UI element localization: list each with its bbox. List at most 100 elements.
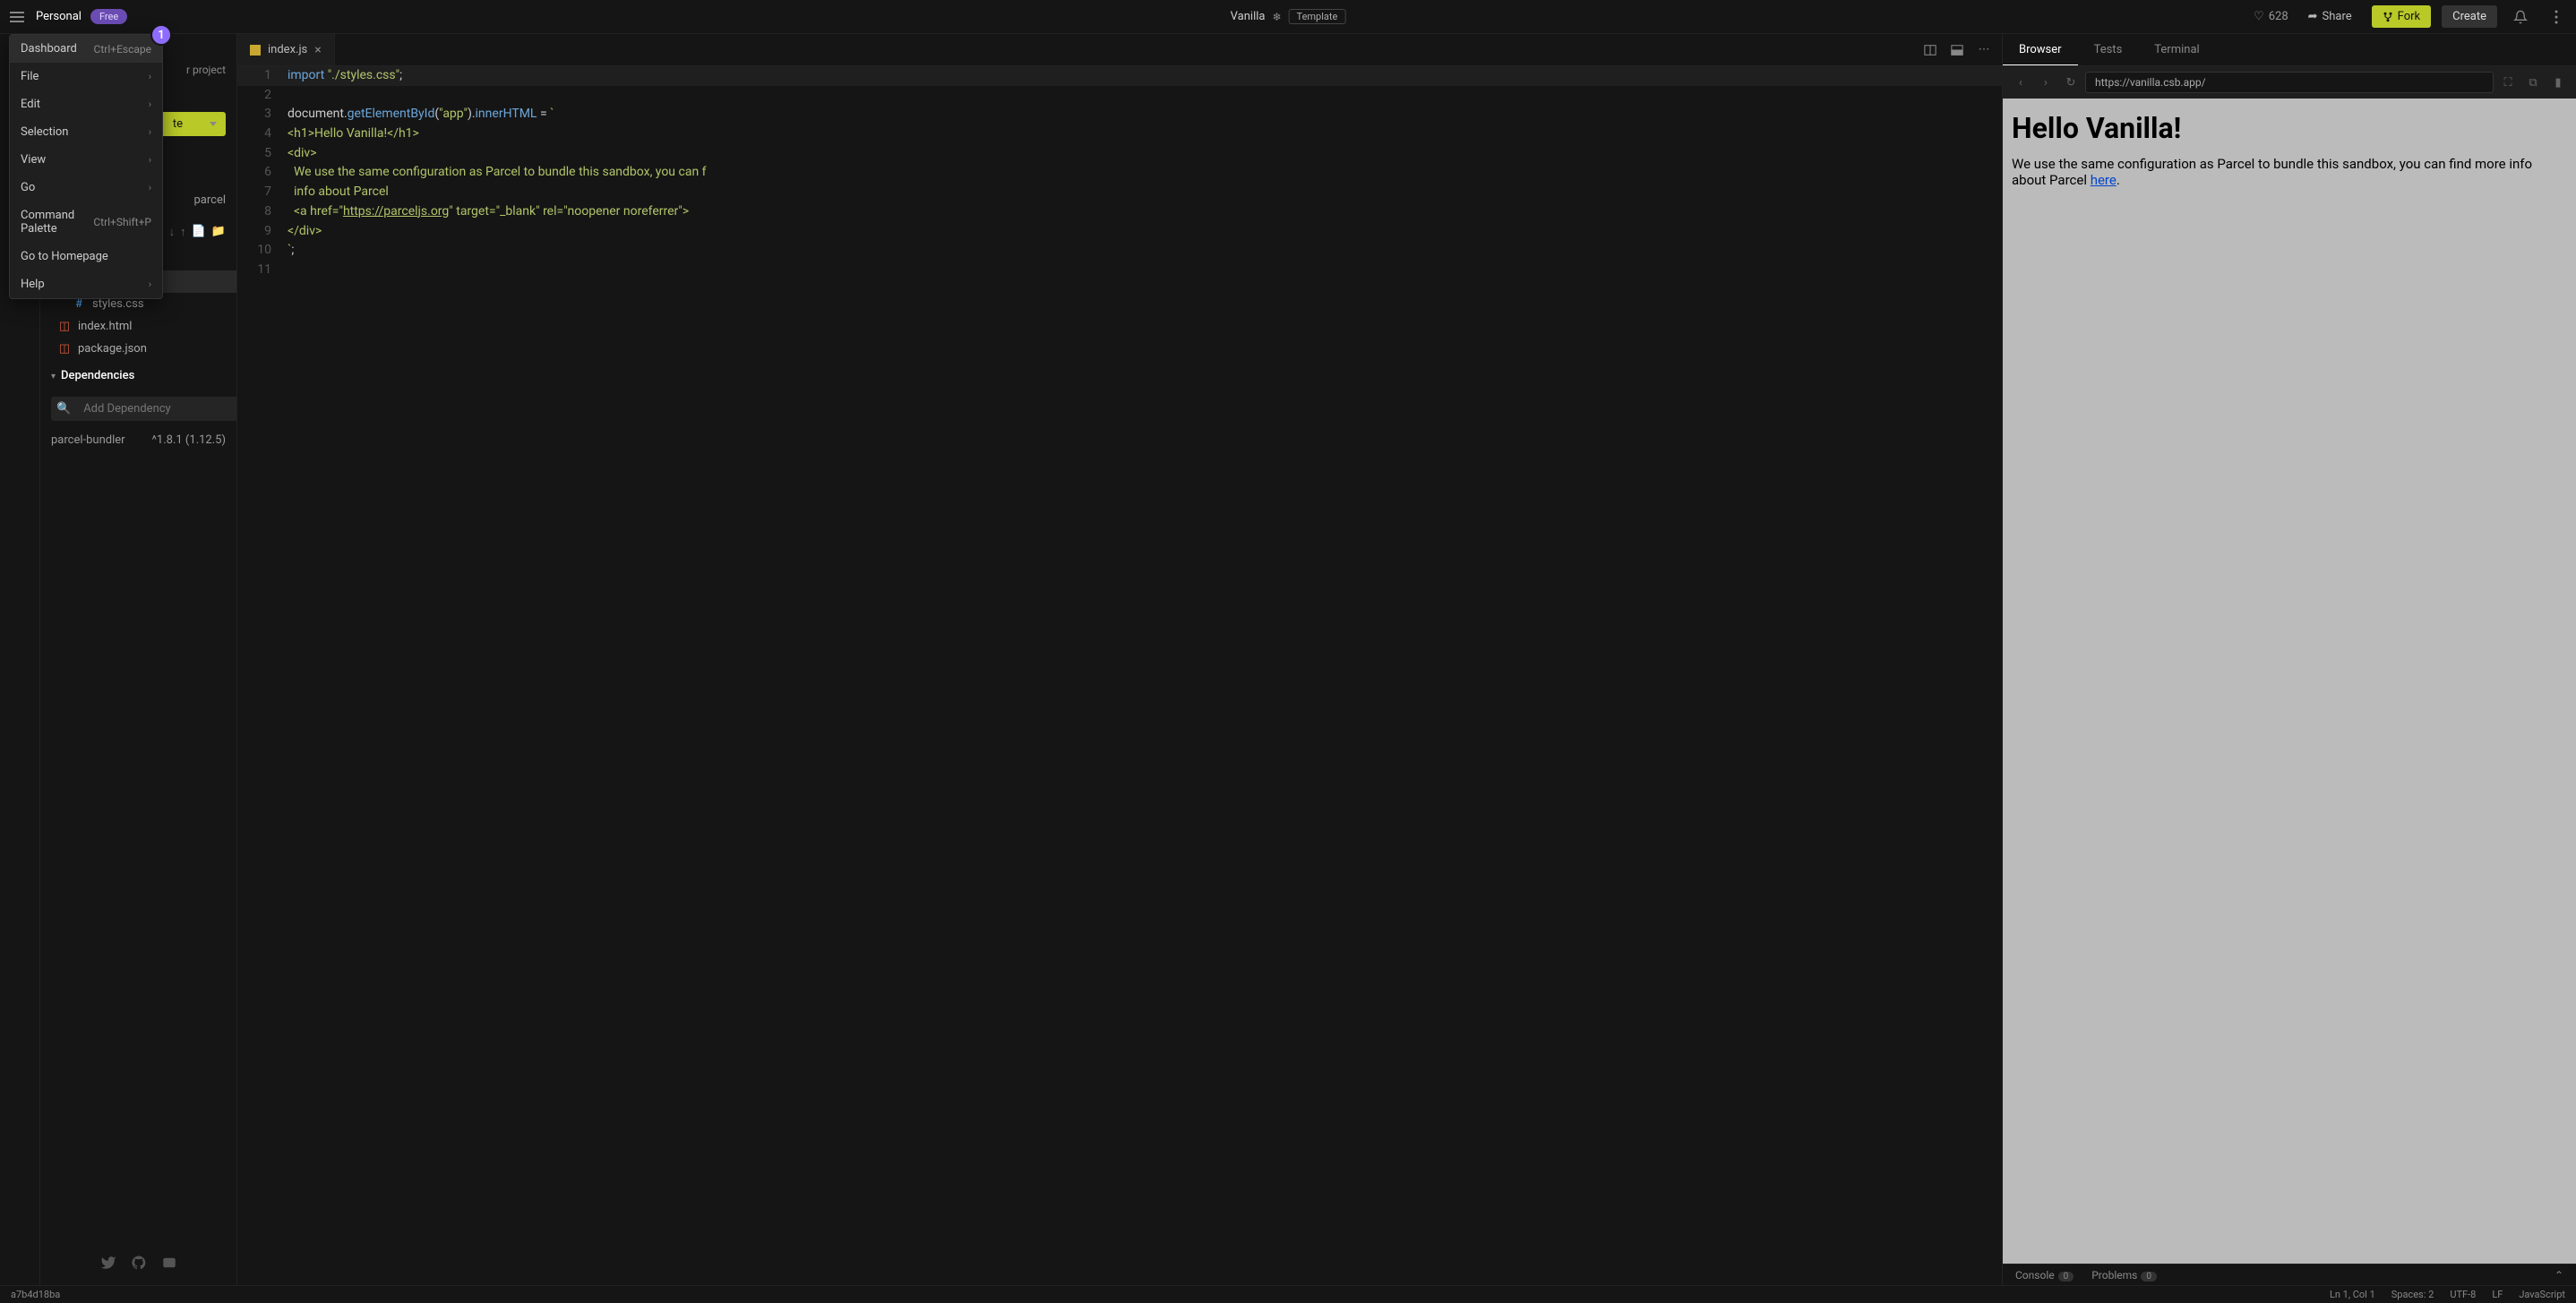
file-package-json[interactable]: ◫package.json xyxy=(40,338,236,360)
code-line[interactable]: 1import "./styles.css"; xyxy=(237,66,2002,86)
hamburger-menu-icon[interactable] xyxy=(7,7,27,27)
chevron-right-icon: › xyxy=(149,99,151,110)
cursor-position[interactable]: Ln 1, Col 1 xyxy=(2330,1289,2375,1300)
console-toggle-icon[interactable]: ⌃ xyxy=(2555,1269,2563,1282)
close-icon[interactable]: × xyxy=(314,43,321,57)
code-line[interactable]: 4<h1>Hello Vanilla!</h1> xyxy=(237,124,2002,144)
editor-tab-actions: ⋯ xyxy=(1918,38,2002,63)
chevron-down-icon xyxy=(210,122,217,126)
notifications-count-badge[interactable]: 1 xyxy=(150,24,172,46)
new-file-icon[interactable]: 📄 xyxy=(192,225,206,239)
chevron-right-icon: › xyxy=(149,126,151,138)
menu-item-selection[interactable]: Selection› xyxy=(10,118,162,146)
fork-button[interactable]: Fork xyxy=(2372,5,2431,28)
code-line[interactable]: 5<div> xyxy=(237,144,2002,164)
language-mode[interactable]: JavaScript xyxy=(2519,1289,2565,1300)
workspace-name[interactable]: Personal xyxy=(36,10,82,23)
menu-item-label: Go to Homepage xyxy=(21,250,108,263)
menu-shortcut: Ctrl+Escape xyxy=(94,43,151,56)
json-file-icon: ◫ xyxy=(58,343,71,356)
tab-terminal[interactable]: Terminal xyxy=(2138,34,2215,65)
reload-icon[interactable]: ↻ xyxy=(2060,76,2082,90)
create-button[interactable]: Create xyxy=(2442,5,2497,28)
encoding[interactable]: UTF-8 xyxy=(2450,1289,2476,1300)
dep-name: parcel-bundler xyxy=(51,433,125,447)
menu-item-view[interactable]: View› xyxy=(10,146,162,174)
open-new-icon[interactable]: ⧉ xyxy=(2522,76,2544,90)
tab-tests[interactable]: Tests xyxy=(2078,34,2139,65)
menu-item-file[interactable]: File› xyxy=(10,63,162,90)
split-bottom-icon[interactable] xyxy=(1945,38,1970,63)
forward-icon[interactable]: › xyxy=(2035,76,2057,90)
top-right: ♡ 628 ➦ Share Fork Create xyxy=(2254,4,2569,30)
line-content: <h1>Hello Vanilla!</h1> xyxy=(288,124,419,144)
file-index-html[interactable]: ◫ index.html xyxy=(40,315,236,338)
css-file-icon: # xyxy=(73,298,85,311)
eol[interactable]: LF xyxy=(2492,1289,2503,1300)
deps-header[interactable]: ▾Dependencies xyxy=(40,360,236,391)
code-area[interactable]: 1import "./styles.css";23document.getEle… xyxy=(237,66,2002,1285)
code-line[interactable]: 3document.getElementById("app").innerHTM… xyxy=(237,105,2002,124)
console-count: 0 xyxy=(2058,1272,2074,1282)
dep-parcel-bundler[interactable]: parcel-bundler ^1.8.1 (1.12.5) xyxy=(40,426,236,454)
chevron-right-icon: › xyxy=(149,279,151,290)
dep-search-input[interactable] xyxy=(76,397,237,421)
expand-icon[interactable]: ⛶ xyxy=(2497,76,2519,90)
social-row xyxy=(40,1240,236,1285)
line-number: 3 xyxy=(237,105,288,124)
share-button[interactable]: ➦ Share xyxy=(2299,6,2361,27)
url-input[interactable] xyxy=(2085,72,2494,93)
menu-item-help[interactable]: Help› xyxy=(10,270,162,298)
editor-tab[interactable]: index.js × xyxy=(237,34,335,65)
menu-shortcut: Ctrl+Shift+P xyxy=(93,216,151,228)
code-line[interactable]: 6 We use the same configuration as Parce… xyxy=(237,163,2002,183)
discord-icon[interactable] xyxy=(161,1255,177,1271)
code-line[interactable]: 7 info about Parcel xyxy=(237,183,2002,202)
github-icon[interactable] xyxy=(131,1255,147,1271)
split-right-icon[interactable] xyxy=(1918,38,1943,63)
dep-search[interactable]: 🔍 xyxy=(51,397,237,421)
menu-item-label: Go xyxy=(21,181,35,194)
menu-item-dashboard[interactable]: DashboardCtrl+Escape xyxy=(10,35,162,63)
html-file-icon: ◫ xyxy=(58,321,71,333)
dep-version: ^1.8.1 (1.12.5) xyxy=(152,433,227,447)
code-line[interactable]: 10`; xyxy=(237,241,2002,261)
menu-item-edit[interactable]: Edit› xyxy=(10,90,162,118)
file-name: index.html xyxy=(78,320,132,333)
twitter-icon[interactable] xyxy=(100,1255,116,1271)
new-folder-icon[interactable]: 📁 xyxy=(211,225,226,239)
more-menu-icon[interactable] xyxy=(2544,4,2569,30)
share-icon: ➦ xyxy=(2308,10,2318,23)
sandbox-title[interactable]: Vanilla xyxy=(1231,10,1266,23)
free-plan-badge: Free xyxy=(90,9,127,24)
preview-link[interactable]: here xyxy=(2091,172,2117,188)
menu-item-go-to-homepage[interactable]: Go to Homepage xyxy=(10,243,162,270)
likes-count[interactable]: ♡ 628 xyxy=(2254,10,2288,23)
upload-icon[interactable]: ↑ xyxy=(180,225,186,239)
problems-tab[interactable]: Problems0 xyxy=(2091,1269,2157,1282)
line-number: 5 xyxy=(237,144,288,164)
code-line[interactable]: 11 xyxy=(237,261,2002,280)
more-icon[interactable]: ⋯ xyxy=(1971,38,1996,63)
chevron-right-icon: › xyxy=(149,182,151,193)
back-icon[interactable]: ‹ xyxy=(2010,76,2031,90)
menu-item-go[interactable]: Go › xyxy=(10,174,162,201)
console-bar: Console0 Problems0 ⌃ xyxy=(2003,1264,2576,1285)
notifications-icon[interactable] xyxy=(2508,4,2533,30)
tab-browser[interactable]: Browser xyxy=(2003,34,2078,65)
indent-setting[interactable]: Spaces: 2 xyxy=(2391,1289,2434,1300)
toggle-pane-icon[interactable]: ▮ xyxy=(2547,76,2569,90)
dep-search-row: 🔍 ☰ xyxy=(40,391,236,426)
status-bar: a7b4d18ba Ln 1, Col 1 Spaces: 2 UTF-8 LF… xyxy=(0,1285,2576,1303)
git-hash[interactable]: a7b4d18ba xyxy=(11,1289,60,1300)
deps-header-label: Dependencies xyxy=(61,369,134,382)
line-number: 6 xyxy=(237,163,288,183)
code-line[interactable]: 2 xyxy=(237,86,2002,106)
preview-period: . xyxy=(2117,172,2120,188)
console-tab[interactable]: Console0 xyxy=(2015,1269,2074,1282)
menu-item-command-palette[interactable]: Command PaletteCtrl+Shift+P xyxy=(10,201,162,243)
line-number: 11 xyxy=(237,261,288,280)
code-line[interactable]: 9</div> xyxy=(237,222,2002,242)
download-icon[interactable]: ↓ xyxy=(169,225,176,239)
code-line[interactable]: 8 <a href="https://parceljs.org" target=… xyxy=(237,202,2002,222)
